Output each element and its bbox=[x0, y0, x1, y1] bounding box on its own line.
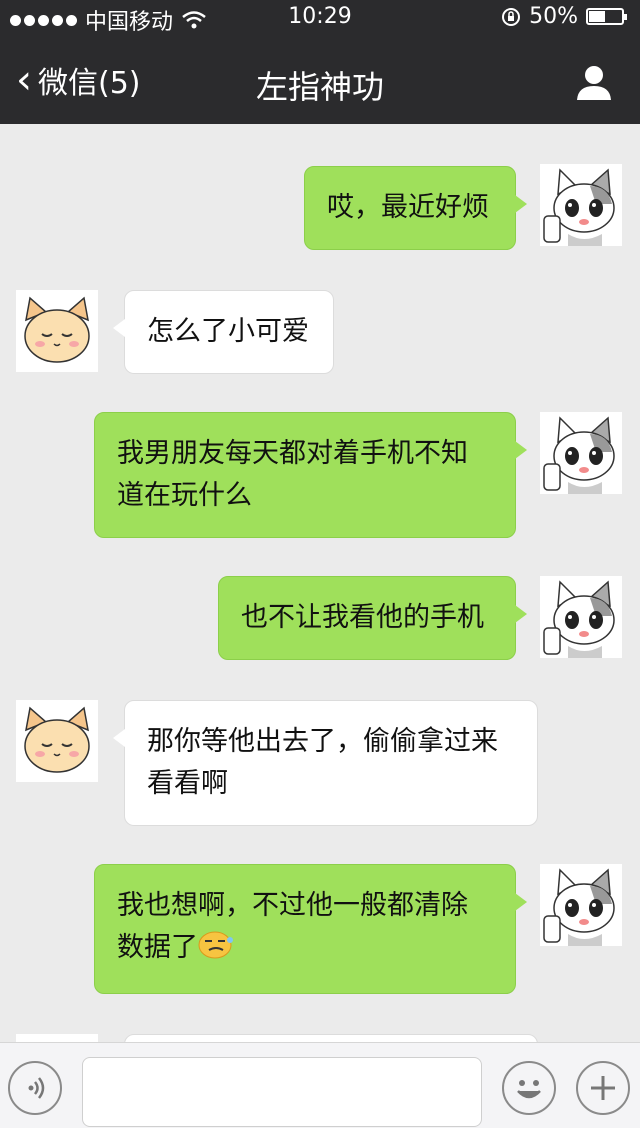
smiley-icon[interactable] bbox=[502, 1061, 556, 1115]
outgoing-message[interactable]: 也不让我看他的手机 bbox=[218, 576, 527, 660]
rotation-lock-icon bbox=[502, 7, 521, 26]
chat-area[interactable]: 哎，最近好烦怎么了小可爱我男朋友每天都对着手机不知 道在玩什么也不让我看他的手机那… bbox=[0, 124, 640, 1042]
message-line: 数据了 bbox=[117, 927, 493, 969]
outgoing-message[interactable]: 哎，最近好烦 bbox=[304, 166, 527, 250]
battery-fill bbox=[589, 11, 605, 22]
contact-avatar[interactable] bbox=[16, 1034, 98, 1042]
voice-icon[interactable] bbox=[8, 1061, 62, 1115]
message-line: 我也想啊，不过他一般都清除 bbox=[117, 890, 468, 921]
status-bar: 中国移动 10:29 50% bbox=[0, 0, 640, 36]
message-line: 看看啊 bbox=[147, 768, 228, 799]
chat-title: 左指神功 bbox=[255, 68, 384, 106]
my-avatar[interactable] bbox=[540, 864, 622, 946]
message-line: 道在玩什么 bbox=[117, 480, 252, 511]
message-text: 数据了 bbox=[117, 932, 198, 963]
message-line: 我男朋友每天都对着手机不知 bbox=[117, 438, 468, 469]
message-input[interactable] bbox=[82, 1057, 482, 1127]
incoming-message[interactable] bbox=[124, 1034, 538, 1042]
battery-icon bbox=[586, 8, 627, 25]
message-line: 怎么了小可爱 bbox=[147, 316, 309, 347]
outgoing-message[interactable]: 我也想啊，不过他一般都清除 数据了 bbox=[94, 864, 527, 994]
plus-icon[interactable] bbox=[576, 1061, 630, 1115]
contact-avatar[interactable] bbox=[16, 290, 98, 372]
smirk-emoji-icon bbox=[198, 931, 234, 963]
person-icon[interactable] bbox=[574, 62, 614, 102]
battery-percent: 50% bbox=[529, 4, 578, 29]
contact-avatar[interactable] bbox=[16, 700, 98, 782]
nav-bar: ‹ 微信(5) 左指神功 bbox=[0, 36, 640, 124]
input-bar bbox=[0, 1042, 640, 1128]
outgoing-message[interactable]: 我男朋友每天都对着手机不知 道在玩什么 bbox=[94, 412, 527, 538]
message-line: 那你等他出去了，偷偷拿过来 bbox=[147, 726, 498, 757]
my-avatar[interactable] bbox=[540, 164, 622, 246]
incoming-message[interactable]: 那你等他出去了，偷偷拿过来 看看啊 bbox=[113, 700, 538, 826]
message-line: 哎，最近好烦 bbox=[327, 192, 489, 223]
my-avatar[interactable] bbox=[540, 412, 622, 494]
my-avatar[interactable] bbox=[540, 576, 622, 658]
incoming-message[interactable]: 怎么了小可爱 bbox=[113, 290, 334, 374]
message-line: 也不让我看他的手机 bbox=[241, 602, 484, 633]
